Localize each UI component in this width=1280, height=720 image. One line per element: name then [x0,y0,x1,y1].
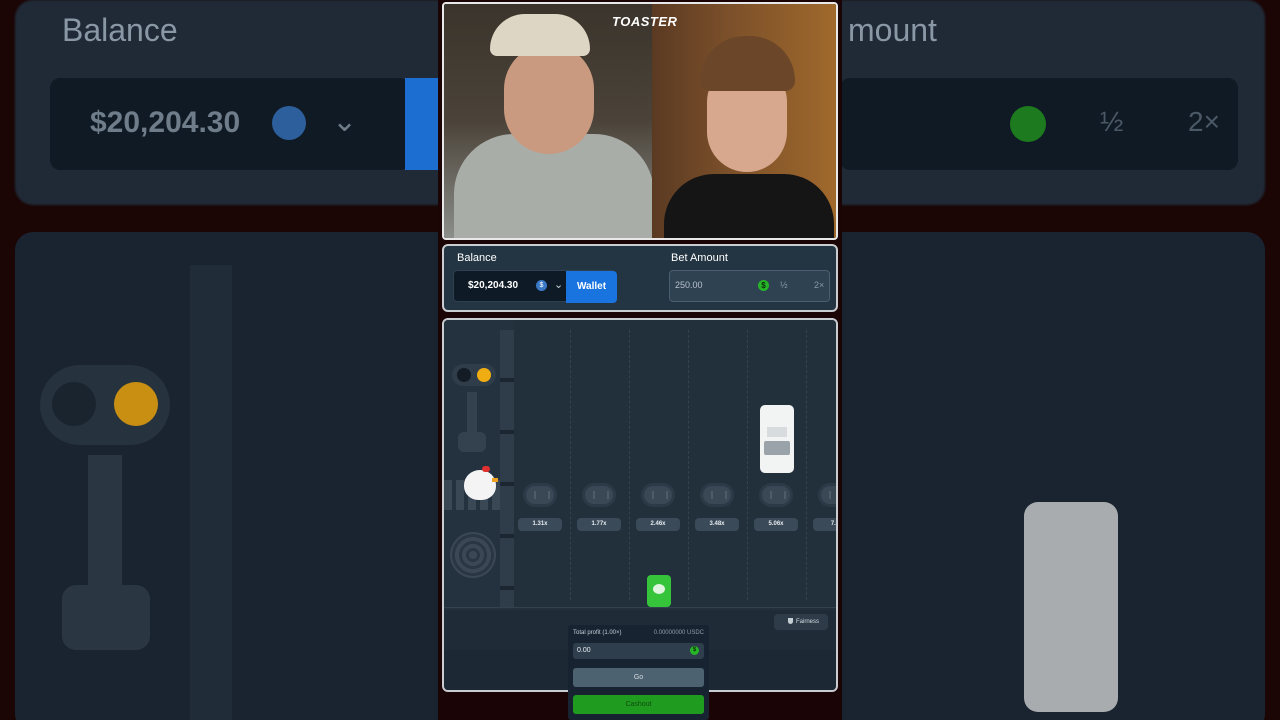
board-divider [444,607,836,608]
profit-value: 0.00 [577,647,591,654]
chicken-beak [492,478,498,482]
bg-pole-base [62,585,150,650]
bg-pole [88,455,122,605]
bg-balance-value: $20,204.30 [90,106,241,139]
multiplier-badge: 3.48x [695,518,739,531]
half-bet-button[interactable]: ½ [780,280,788,290]
truck-icon [760,405,794,473]
lane-cell-icon[interactable] [818,483,836,507]
dollar-coin-icon: $ [758,280,769,291]
multiplier-badge: 2.46x [636,518,680,531]
bg-dollar-icon [1010,106,1046,142]
webcam-feed: TOASTER [442,2,838,240]
light-on-icon [477,368,491,382]
double-bet-button[interactable]: 2× [814,280,824,290]
chicken-icon [464,466,498,500]
bet-header-panel: Balance Bet Amount $20,204.30 $ ⌄ Wallet… [442,244,838,312]
multiplier-badge: 5.06x [754,518,798,531]
bet-amount-value[interactable]: 250.00 [675,280,703,290]
bet-control-panel: Total profit (1.00×) 0.00000000 USDC 0.0… [568,625,709,720]
person-cap [490,14,590,56]
green-car-icon [647,575,671,607]
bg-curb [190,265,232,720]
fairness-label: Fairness [795,619,819,625]
truck-windshield [764,441,790,455]
lane-divider [747,330,748,600]
bg-truck-icon [1024,502,1118,712]
lane-divider [570,330,571,600]
car-window [653,584,665,594]
wallet-button[interactable]: Wallet [566,271,617,303]
usdc-coin-icon: $ [536,280,547,291]
truck-cab [767,427,787,437]
stream-brand-logo: TOASTER [612,14,678,29]
person-face [504,44,594,154]
bet-amount-label: Bet Amount [671,252,728,264]
lane-cell-icon[interactable] [641,483,675,507]
bg-coin-icon [272,106,306,140]
lane-cell-icon[interactable] [700,483,734,507]
multiplier-badge: 7.5 [813,518,836,531]
chicken-comb [482,466,490,472]
webcam-right-person [652,4,836,238]
video-column: TOASTER Balance Bet Amount $20,204.30 $ … [438,0,842,720]
traffic-light-icon [452,364,496,386]
balance-selector[interactable]: $20,204.30 $ ⌄ Wallet [453,270,617,303]
dollar-coin-icon: $ [690,646,699,655]
bg-light-on-icon [114,382,158,426]
bet-amount-field[interactable]: 250.00 $ ½ 2× [669,270,830,302]
multiplier-badge: 1.31x [518,518,562,531]
light-off-icon [457,368,471,382]
bg-light-off-icon [52,382,96,426]
balance-value: $20,204.30 [468,280,519,291]
lane-cell-icon[interactable] [759,483,793,507]
bg-half-label: ½ [1100,106,1124,137]
profit-field[interactable]: 0.00 $ [573,643,704,659]
lane-divider [806,330,807,600]
traffic-light-pole [467,392,477,434]
bg-bet-label: mount [848,12,937,48]
shield-icon [787,618,793,624]
person-hair [700,36,795,91]
cashout-button[interactable]: Cashout [573,695,704,714]
bg-double-label: 2× [1188,106,1220,137]
curb [500,330,514,608]
fairness-button[interactable]: Fairness [774,614,828,630]
chevron-down-icon[interactable]: ⌄ [554,278,563,291]
go-button[interactable]: Go [573,668,704,687]
total-profit-value: 0.00000000 USDC [653,630,704,636]
lane-divider [629,330,630,600]
bg-balance-label: Balance [62,12,178,48]
balance-label: Balance [457,252,497,264]
lane-cell-icon[interactable] [582,483,616,507]
total-profit-label: Total profit (1.00×) [573,630,622,636]
lane-cell-icon[interactable] [523,483,557,507]
multiplier-badge: 1.77x [577,518,621,531]
lane-divider [688,330,689,600]
person-shirt [664,174,834,238]
traffic-light-base [458,432,486,452]
manhole-icon [450,532,496,578]
webcam-left-person [444,4,654,238]
bg-chevron-down-icon: ⌄ [332,105,358,138]
